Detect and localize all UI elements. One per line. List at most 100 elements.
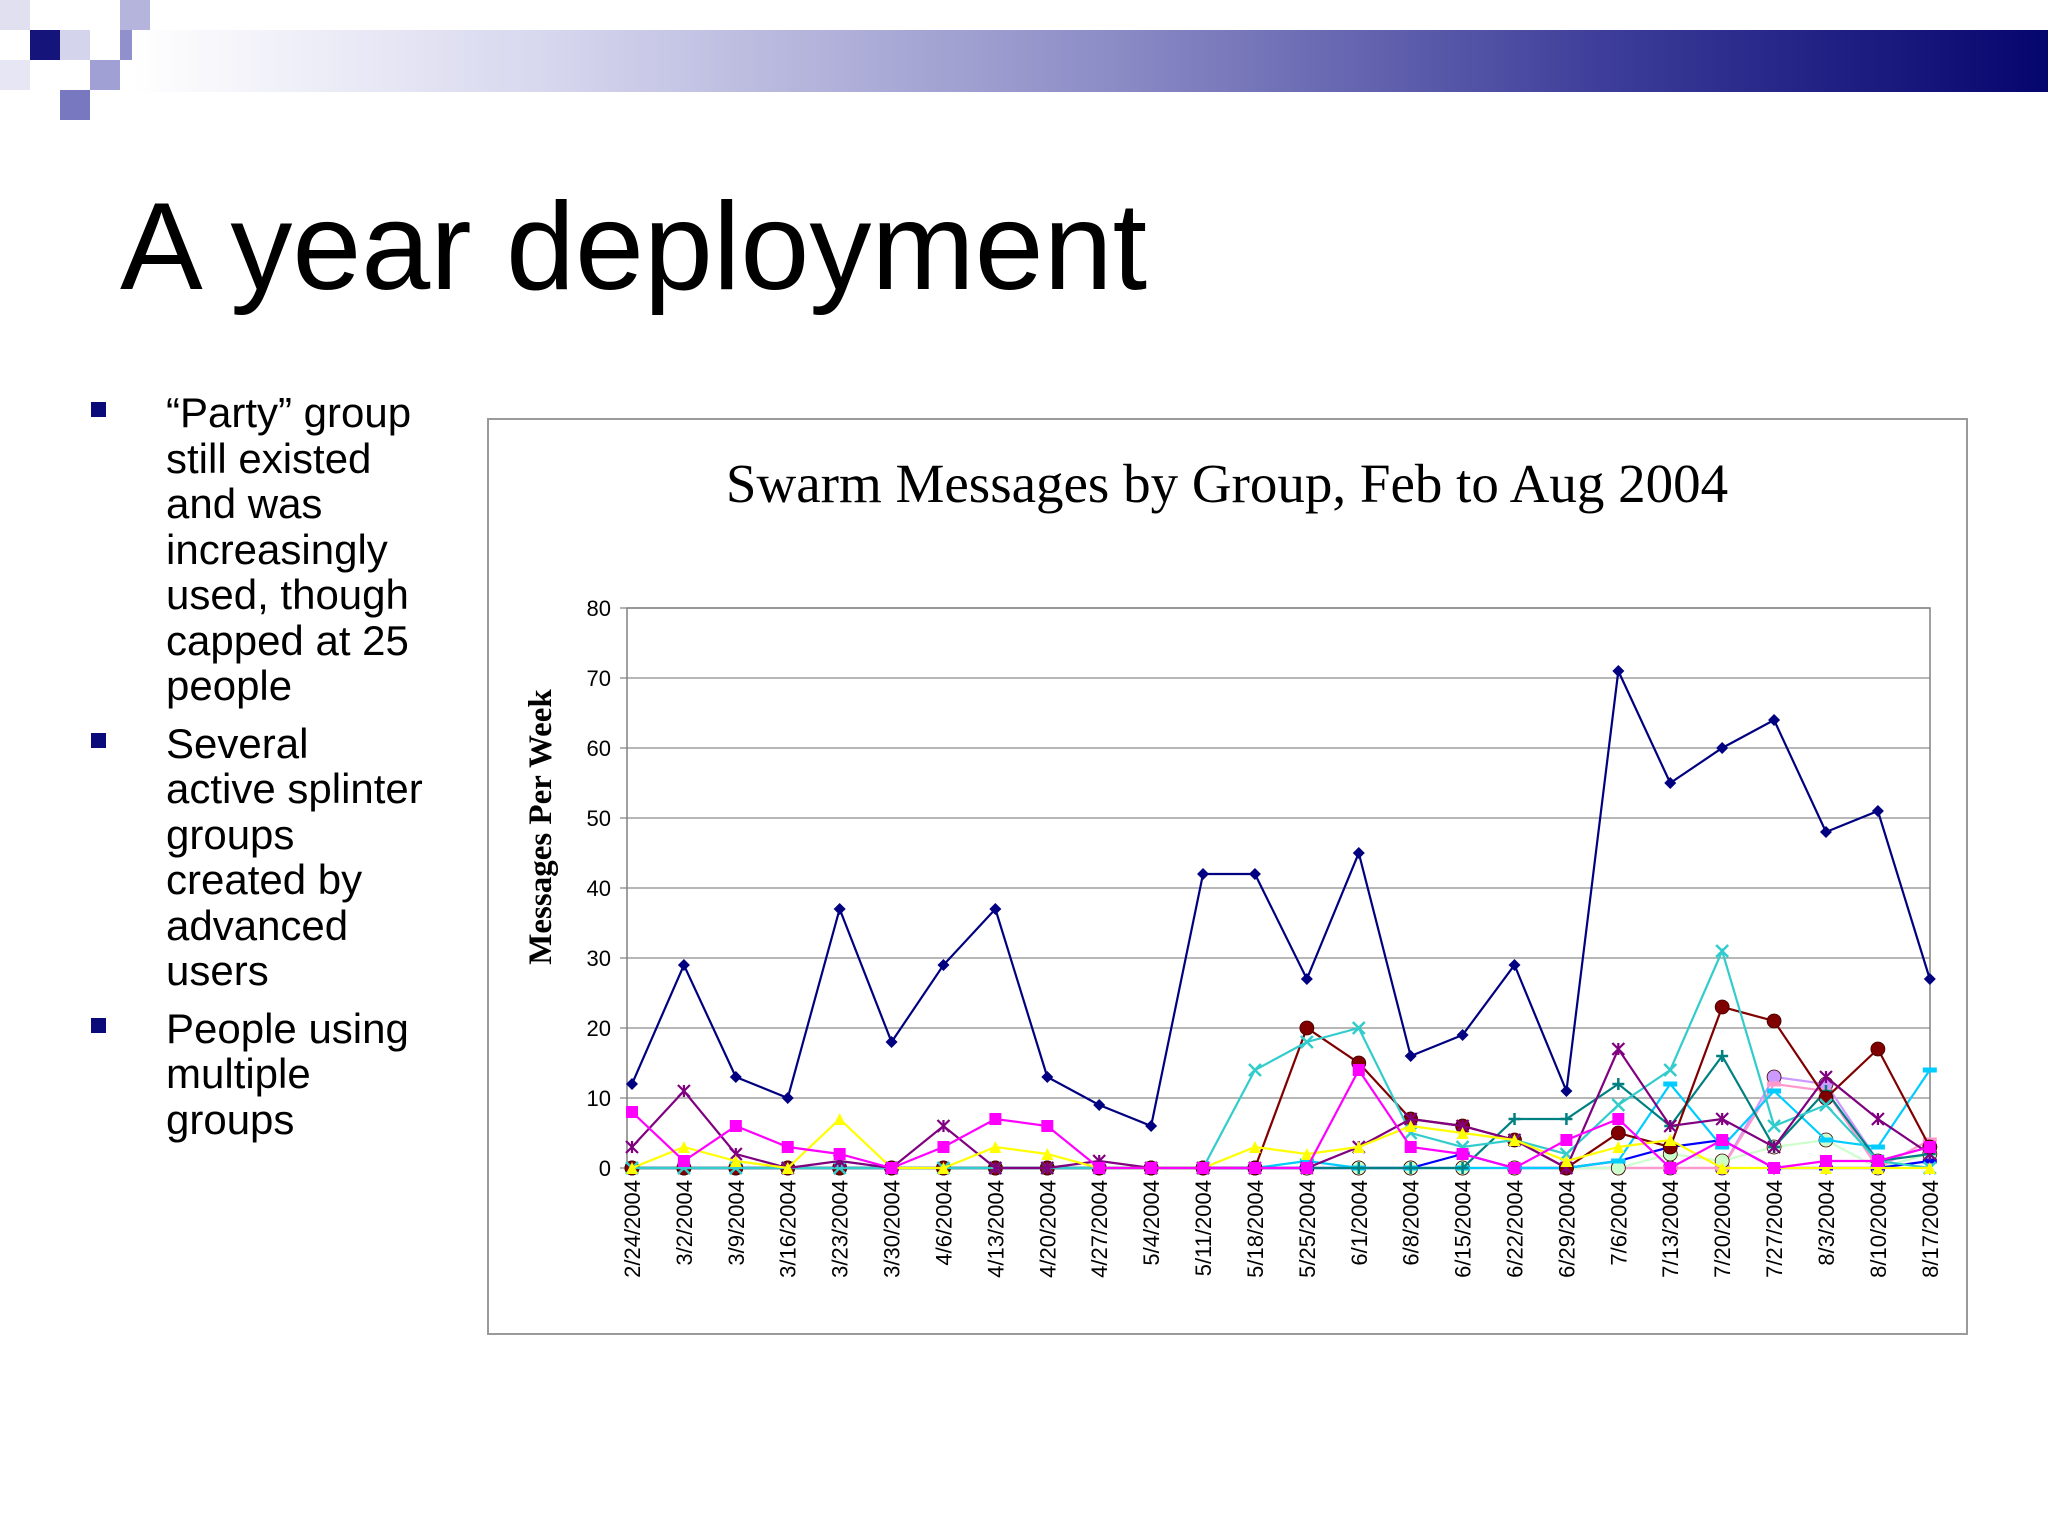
x-tick-label: 5/25/2004 bbox=[1295, 1180, 1320, 1278]
data-point bbox=[1404, 1050, 1417, 1062]
bullet-item: People using multiple groups bbox=[88, 1004, 428, 1143]
slide-title: A year deployment bbox=[120, 178, 1148, 316]
bullet-item: Several active splinter groups created b… bbox=[88, 719, 428, 994]
y-tick-label: 70 bbox=[587, 666, 611, 691]
series-line bbox=[632, 947, 1930, 1170]
data-point bbox=[1145, 1120, 1158, 1132]
data-point bbox=[677, 959, 690, 971]
data-point bbox=[1664, 777, 1677, 789]
x-tick-label: 6/8/2004 bbox=[1399, 1180, 1424, 1266]
x-tick-label: 3/30/2004 bbox=[880, 1180, 905, 1278]
data-point bbox=[1714, 999, 1730, 1015]
data-point bbox=[833, 903, 846, 915]
data-point bbox=[626, 1078, 638, 1090]
deco-square-light bbox=[0, 0, 30, 30]
data-point bbox=[1871, 1155, 1884, 1167]
data-point bbox=[1767, 1088, 1782, 1094]
x-tick-label: 8/10/2004 bbox=[1866, 1180, 1891, 1278]
data-point bbox=[1922, 1067, 1937, 1073]
data-point bbox=[1300, 973, 1313, 985]
bullet-text: “Party” group still existed and was incr… bbox=[166, 389, 412, 709]
data-point bbox=[885, 1162, 898, 1174]
bullet-text: Several active splinter groups created b… bbox=[166, 719, 423, 994]
data-point bbox=[729, 1120, 742, 1132]
data-point bbox=[1612, 1113, 1625, 1125]
data-point bbox=[1093, 1162, 1106, 1174]
data-point bbox=[625, 1140, 639, 1154]
y-axis: 0 10 20 30 40 50 60 70 80 bbox=[587, 596, 627, 1181]
data-point bbox=[1611, 1098, 1626, 1112]
x-axis: 2/24/2004 3/2/2004 3/9/2004 3/16/2004 3/23/2… bbox=[620, 1168, 1943, 1278]
deco-square-dark bbox=[30, 30, 60, 60]
data-point bbox=[1767, 1119, 1781, 1133]
data-point bbox=[1923, 1141, 1936, 1153]
data-point bbox=[885, 1036, 898, 1048]
data-point bbox=[1871, 805, 1884, 817]
data-point bbox=[1663, 1081, 1678, 1087]
data-point bbox=[1248, 1162, 1261, 1174]
series-line bbox=[632, 1075, 1931, 1170]
data-point bbox=[1197, 868, 1210, 880]
x-tick-label: 4/13/2004 bbox=[983, 1180, 1008, 1278]
deco-square-light bbox=[60, 30, 90, 60]
data-point bbox=[626, 1106, 638, 1118]
deco-square-mid bbox=[60, 90, 90, 120]
x-tick-label: 6/22/2004 bbox=[1503, 1180, 1528, 1278]
x-tick-label: 7/20/2004 bbox=[1710, 1180, 1735, 1278]
y-tick-label: 0 bbox=[599, 1156, 611, 1181]
data-point bbox=[1716, 742, 1729, 754]
bullet-text: People using multiple groups bbox=[166, 1004, 409, 1143]
data-point bbox=[1299, 1020, 1315, 1036]
y-axis-label: Messages Per Week bbox=[523, 689, 559, 965]
data-point bbox=[677, 1155, 690, 1167]
data-point bbox=[1818, 1137, 1833, 1143]
data-point bbox=[1663, 1063, 1678, 1077]
data-point bbox=[1818, 1090, 1834, 1106]
data-point bbox=[1768, 1162, 1781, 1174]
data-point bbox=[936, 1119, 951, 1133]
series-line bbox=[631, 1067, 1931, 1170]
bullet-item: “Party” group still existed and was incr… bbox=[88, 390, 428, 709]
chart-title: Swarm Messages by Group, Feb to Aug 2004 bbox=[726, 453, 1728, 514]
y-tick-label: 60 bbox=[587, 736, 611, 761]
x-tick-label: 8/3/2004 bbox=[1814, 1180, 1839, 1266]
data-point bbox=[1766, 1013, 1782, 1029]
data-point bbox=[1352, 847, 1365, 859]
data-point bbox=[1145, 1162, 1158, 1174]
data-point bbox=[1041, 1071, 1054, 1083]
data-point bbox=[1819, 1070, 1833, 1084]
y-tick-label: 40 bbox=[587, 876, 611, 901]
square-bullet-icon bbox=[91, 1017, 106, 1033]
x-tick-label: 3/23/2004 bbox=[828, 1180, 853, 1278]
data-point bbox=[1870, 1041, 1886, 1057]
data-point bbox=[1041, 1120, 1054, 1132]
x-tick-label: 7/6/2004 bbox=[1606, 1180, 1631, 1266]
x-tick-label: 3/9/2004 bbox=[724, 1180, 749, 1266]
data-point bbox=[1560, 1113, 1573, 1125]
gridlines bbox=[627, 607, 1930, 1169]
data-point bbox=[1819, 1155, 1832, 1167]
series-1 bbox=[626, 665, 1936, 1132]
data-point bbox=[1093, 1099, 1106, 1111]
data-point bbox=[1871, 1112, 1885, 1126]
data-point bbox=[1404, 1141, 1417, 1153]
data-point bbox=[1768, 714, 1781, 726]
data-point bbox=[1248, 868, 1261, 880]
data-point bbox=[1612, 665, 1625, 677]
data-point bbox=[1611, 1042, 1626, 1056]
x-tick-label: 4/6/2004 bbox=[931, 1180, 956, 1266]
chart-frame: Swarm Messages by Group, Feb to Aug 2004… bbox=[487, 418, 1968, 1335]
x-tick-label: 2/24/2004 bbox=[620, 1180, 645, 1278]
data-point bbox=[729, 1071, 742, 1083]
x-tick-label: 5/11/2004 bbox=[1191, 1180, 1216, 1276]
data-point bbox=[1611, 1158, 1626, 1164]
data-point bbox=[1767, 1081, 1782, 1087]
series-line bbox=[630, 667, 1931, 1128]
x-tick-label: 6/29/2004 bbox=[1554, 1180, 1579, 1278]
data-point bbox=[1352, 1064, 1365, 1076]
y-tick-label: 80 bbox=[587, 596, 611, 621]
y-tick-label: 50 bbox=[587, 806, 611, 831]
data-point bbox=[1456, 1148, 1469, 1160]
data-point bbox=[833, 1113, 846, 1125]
square-bullet-icon bbox=[91, 402, 106, 417]
